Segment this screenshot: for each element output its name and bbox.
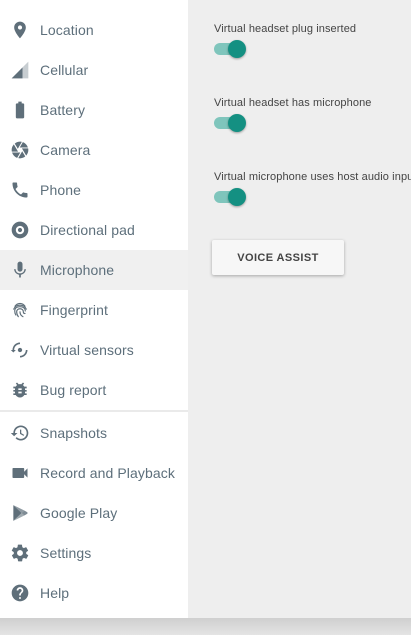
sidebar-item-phone[interactable]: Phone [0,170,188,210]
emulator-extended-controls-window: Location Cellular Battery Camera Phone D… [0,0,411,618]
sidebar-item-label: Fingerprint [40,302,109,318]
sidebar-item-virtual-sensors[interactable]: Virtual sensors [0,330,188,370]
sidebar: Location Cellular Battery Camera Phone D… [0,0,188,618]
sidebar-item-label: Snapshots [40,425,108,441]
sidebar-item-label: Bug report [40,382,107,398]
bug-icon [10,380,30,400]
sensors-rotate-icon [10,340,30,360]
sidebar-item-label: Directional pad [40,222,135,238]
sidebar-item-label: Virtual sensors [40,342,134,358]
fingerprint-icon [10,300,30,320]
camera-aperture-icon [10,140,30,160]
window-bottom-edge [0,618,411,635]
toggle-thumb [228,40,246,58]
host-audio-input-label: Virtual microphone uses host audio input [214,171,411,183]
phone-icon [10,180,30,200]
sidebar-item-label: Settings [40,545,92,561]
sidebar-item-label: Camera [40,142,91,158]
sidebar-item-label: Record and Playback [40,465,175,481]
sidebar-item-label: Help [40,585,70,601]
sidebar-item-label: Microphone [40,262,115,278]
location-pin-icon [10,20,30,40]
sidebar-item-snapshots[interactable]: Snapshots [0,413,188,453]
sidebar-item-cellular[interactable]: Cellular [0,50,188,90]
microphone-icon [10,260,30,280]
sidebar-divider [0,410,188,412]
help-circle-icon [10,583,30,603]
sidebar-item-location[interactable]: Location [0,10,188,50]
sidebar-item-label: Phone [40,182,81,198]
google-play-icon [10,503,30,523]
toggle-thumb [228,114,246,132]
headset-plug-label: Virtual headset plug inserted [214,23,357,35]
sidebar-item-label: Battery [40,102,86,118]
sidebar-item-battery[interactable]: Battery [0,90,188,130]
sidebar-item-help[interactable]: Help [0,573,188,613]
sidebar-item-fingerprint[interactable]: Fingerprint [0,290,188,330]
sidebar-item-settings[interactable]: Settings [0,533,188,573]
headset-microphone-toggle[interactable] [214,113,248,133]
cellular-signal-icon [10,60,30,80]
sidebar-item-label: Cellular [40,62,89,78]
sidebar-item-record-and-playback[interactable]: Record and Playback [0,453,188,493]
dpad-icon [10,220,30,240]
host-audio-input-toggle[interactable] [214,187,248,207]
sidebar-item-directional-pad[interactable]: Directional pad [0,210,188,250]
history-clock-icon [10,423,30,443]
sidebar-item-bug-report[interactable]: Bug report [0,370,188,410]
gear-icon [10,543,30,563]
sidebar-item-camera[interactable]: Camera [0,130,188,170]
videocam-icon [10,463,30,483]
headset-microphone-label: Virtual headset has microphone [214,97,372,109]
sidebar-item-label: Location [40,22,94,38]
voice-assist-button[interactable]: VOICE ASSIST [212,240,344,275]
microphone-panel: Virtual headset plug inserted Virtual he… [188,0,411,618]
sidebar-item-microphone[interactable]: Microphone [0,250,188,290]
sidebar-item-label: Google Play [40,505,118,521]
battery-icon [10,100,30,120]
sidebar-item-google-play[interactable]: Google Play [0,493,188,533]
headset-plug-toggle[interactable] [214,39,248,59]
toggle-thumb [228,188,246,206]
